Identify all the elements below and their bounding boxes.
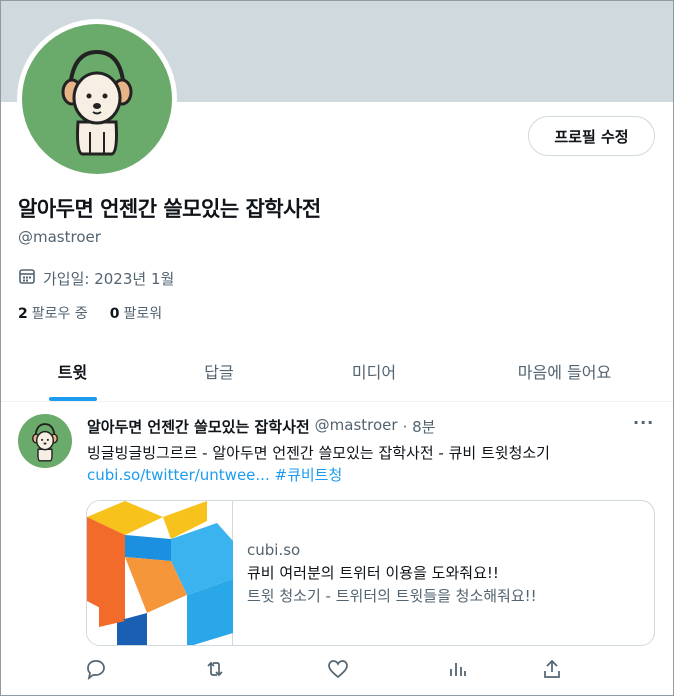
following-link[interactable]: 2 팔로우 중 — [18, 303, 88, 323]
tweet-author-handle[interactable]: @mastroer — [315, 416, 398, 437]
tweet-actions — [1, 658, 673, 688]
profile-page: 프로필 수정 알아두면 언젠간 쓸모있는 잡학사전 @mastroer 가입일:… — [0, 0, 674, 696]
joined-label: 가입일: 2023년 1월 — [43, 269, 175, 288]
tweet-hashtag[interactable]: #큐비트청 — [275, 466, 343, 484]
followers-link[interactable]: 0 팔로워 — [110, 303, 162, 323]
tweet-time[interactable]: · 8분 — [403, 416, 436, 437]
tab-replies[interactable]: 답글 — [144, 341, 294, 401]
cubi-logo-image — [87, 501, 233, 645]
retweet-icon[interactable] — [204, 658, 226, 680]
tweet-link[interactable]: cubi.so/twitter/untwee... — [87, 466, 270, 484]
profile-handle: @mastroer — [18, 228, 101, 246]
joined-date: 가입일: 2023년 1월 — [18, 267, 174, 289]
tab-tweets[interactable]: 트윗 — [1, 341, 144, 401]
more-options-icon[interactable]: ··· — [633, 413, 654, 432]
dog-avatar-image — [22, 24, 172, 174]
link-preview-card[interactable]: cubi.so 큐비 여러분의 트위터 이용을 도와줘요!! 트윗 청소기 - … — [86, 500, 655, 646]
reply-icon[interactable] — [85, 658, 107, 681]
calendar-icon — [18, 267, 36, 289]
tab-likes[interactable]: 마음에 들어요 — [454, 341, 673, 401]
profile-tabs: 트윗 답글 미디어 마음에 들어요 — [1, 341, 673, 402]
profile-avatar[interactable] — [17, 19, 177, 179]
tab-media[interactable]: 미디어 — [294, 341, 454, 401]
views-icon[interactable] — [447, 658, 469, 680]
share-icon[interactable] — [541, 658, 563, 680]
card-domain: cubi.so — [247, 541, 301, 559]
card-description: 트윗 청소기 - 트위터의 트윗들을 청소해줘요!! — [247, 587, 537, 605]
tweet-author-name[interactable]: 알아두면 언젠간 쓸모있는 잡학사전 — [87, 416, 310, 437]
edit-profile-button[interactable]: 프로필 수정 — [528, 116, 655, 156]
follow-stats: 2 팔로우 중 0 팔로워 — [18, 303, 162, 323]
tweet-avatar[interactable] — [18, 414, 72, 468]
tweet-header: 알아두면 언젠간 쓸모있는 잡학사전 @mastroer · 8분 — [87, 416, 435, 437]
tweet-item[interactable]: 알아두면 언젠간 쓸모있는 잡학사전 @mastroer · 8분 ··· 빙글… — [1, 402, 673, 695]
tweet-text: 빙글빙글빙그르르 - 알아두면 언젠간 쓸모있는 잡학사전 - 큐비 트윗청소기… — [87, 444, 550, 484]
like-icon[interactable] — [327, 658, 349, 680]
card-text: cubi.so 큐비 여러분의 트위터 이용을 도와줘요!! 트윗 청소기 - … — [247, 539, 537, 608]
card-title: 큐비 여러분의 트위터 이용을 도와줘요!! — [247, 564, 499, 582]
profile-name: 알아두면 언젠간 쓸모있는 잡학사전 — [18, 197, 321, 221]
